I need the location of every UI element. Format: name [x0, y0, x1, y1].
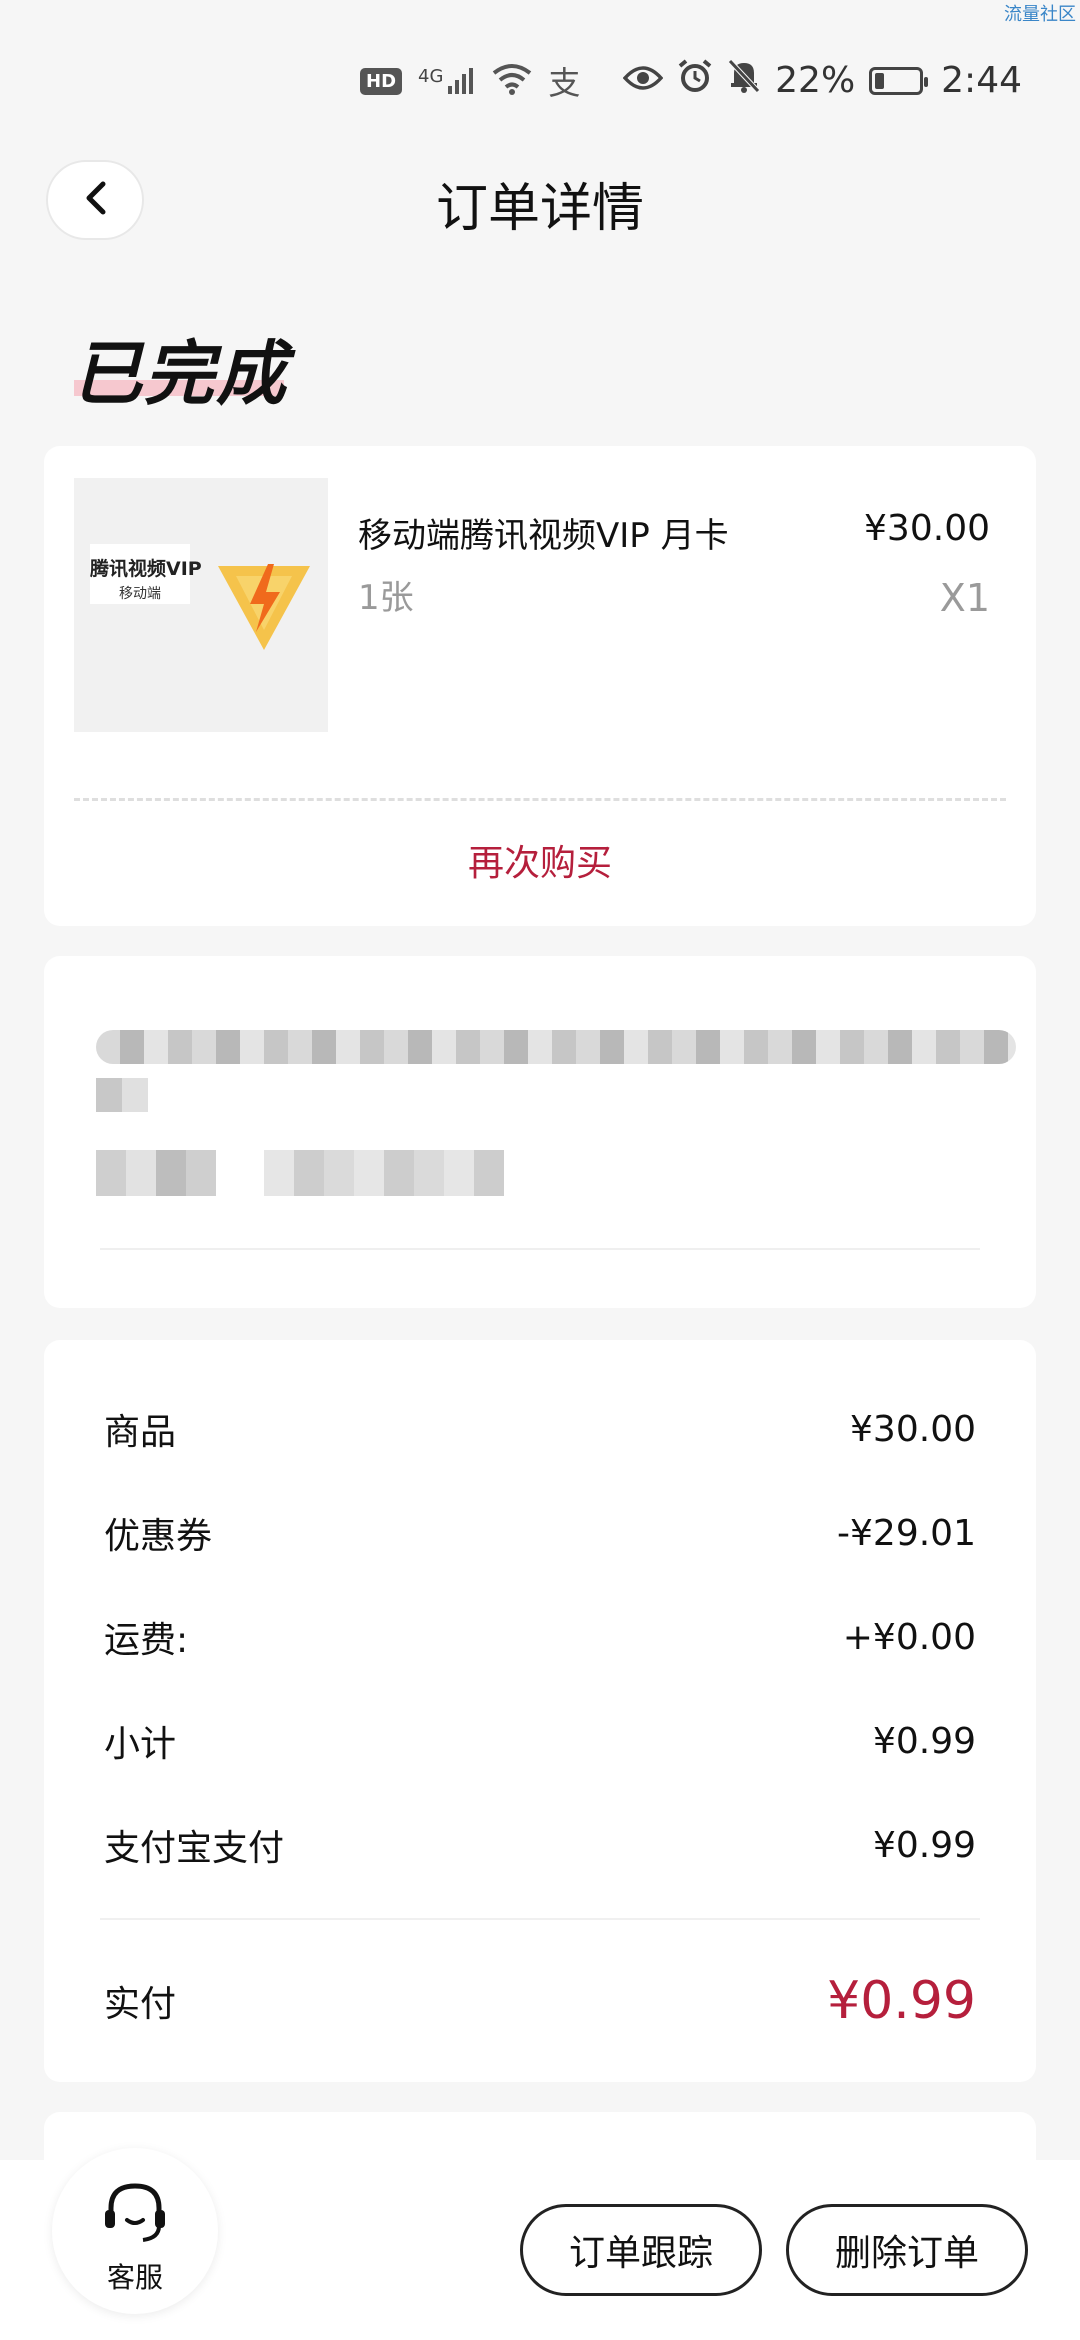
- watermark: 流量社区: [1004, 4, 1076, 25]
- status-bar: HD 4G 支 22% 2:44: [0, 50, 1080, 110]
- redacted-contact-name: [96, 1150, 216, 1196]
- summary-label: 支付宝支付: [104, 1828, 285, 1869]
- customer-service-button[interactable]: 客服: [52, 2148, 218, 2314]
- clock: 2:44: [941, 60, 1022, 101]
- hd-icon: HD: [360, 67, 403, 95]
- battery-percent: 22%: [775, 60, 856, 101]
- summary-row: 优惠券 -¥29.01: [104, 1508, 976, 1558]
- product-spec: 1张: [358, 578, 414, 618]
- address-divider: [100, 1248, 980, 1250]
- summary-value: -¥29.01: [837, 1512, 976, 1554]
- summary-value: ¥0.99: [872, 1824, 976, 1866]
- product-price: ¥30.00: [864, 508, 990, 549]
- product-quantity: X1: [939, 576, 990, 620]
- price-summary-card: 商品 ¥30.00 优惠券 -¥29.01 运费: +¥0.00 小计 ¥0.9…: [44, 1340, 1036, 2082]
- total-row: 实付 ¥0.99: [104, 1966, 976, 2036]
- summary-row: 小计 ¥0.99: [104, 1716, 976, 1766]
- total-label: 实付: [104, 1984, 177, 2025]
- product-card: 腾讯视频VIP 移动端 移动端腾讯视频VIP 月卡 1张 ¥30.00 X1 再…: [44, 446, 1036, 926]
- eye-icon: [622, 60, 664, 101]
- delete-order-button[interactable]: 删除订单: [786, 2204, 1028, 2296]
- redacted-address-line-2: [96, 1078, 148, 1112]
- battery-icon: [869, 66, 929, 95]
- alipay-icon: 支: [548, 64, 581, 102]
- summary-value: ¥30.00: [850, 1408, 976, 1450]
- tencent-video-logo-icon: [214, 558, 314, 658]
- summary-label: 商品: [104, 1412, 177, 1453]
- bell-off-icon: [727, 58, 761, 103]
- signal-icon: 4G: [418, 66, 476, 96]
- order-status: 已完成: [72, 333, 288, 415]
- product-thumbnail[interactable]: 腾讯视频VIP 移动端: [74, 478, 328, 732]
- address-card: [44, 956, 1036, 1308]
- wifi-icon: [492, 63, 532, 99]
- summary-label: 优惠券: [104, 1516, 213, 1557]
- page-title: 订单详情: [435, 179, 644, 239]
- summary-row: 运费: +¥0.00: [104, 1612, 976, 1662]
- thumbnail-label: 腾讯视频VIP 移动端: [90, 544, 202, 604]
- summary-row: 商品 ¥30.00: [104, 1404, 976, 1454]
- summary-value: ¥0.99: [872, 1720, 976, 1762]
- thumbnail-subtitle: 移动端: [119, 586, 161, 602]
- summary-value: +¥0.00: [842, 1616, 976, 1658]
- order-tracking-button[interactable]: 订单跟踪: [520, 2204, 762, 2296]
- total-value: ¥0.99: [827, 1971, 976, 2031]
- dashed-divider: [74, 798, 1006, 801]
- redacted-contact-phone: [264, 1150, 504, 1196]
- product-name: 移动端腾讯视频VIP 月卡: [358, 516, 729, 556]
- summary-label: 小计: [104, 1724, 177, 1765]
- summary-label: 运费:: [104, 1620, 189, 1661]
- redacted-address-line-1: [96, 1030, 1016, 1064]
- customer-service-label: 客服: [106, 2261, 163, 2294]
- summary-row: 支付宝支付 ¥0.99: [104, 1820, 976, 1870]
- rebuy-button[interactable]: 再次购买: [44, 834, 1036, 886]
- alarm-icon: [677, 58, 713, 103]
- headset-icon: [97, 2176, 173, 2256]
- thumbnail-title: 腾讯视频VIP: [90, 558, 202, 580]
- summary-divider: [100, 1918, 980, 1920]
- network-type: 4G: [418, 66, 444, 87]
